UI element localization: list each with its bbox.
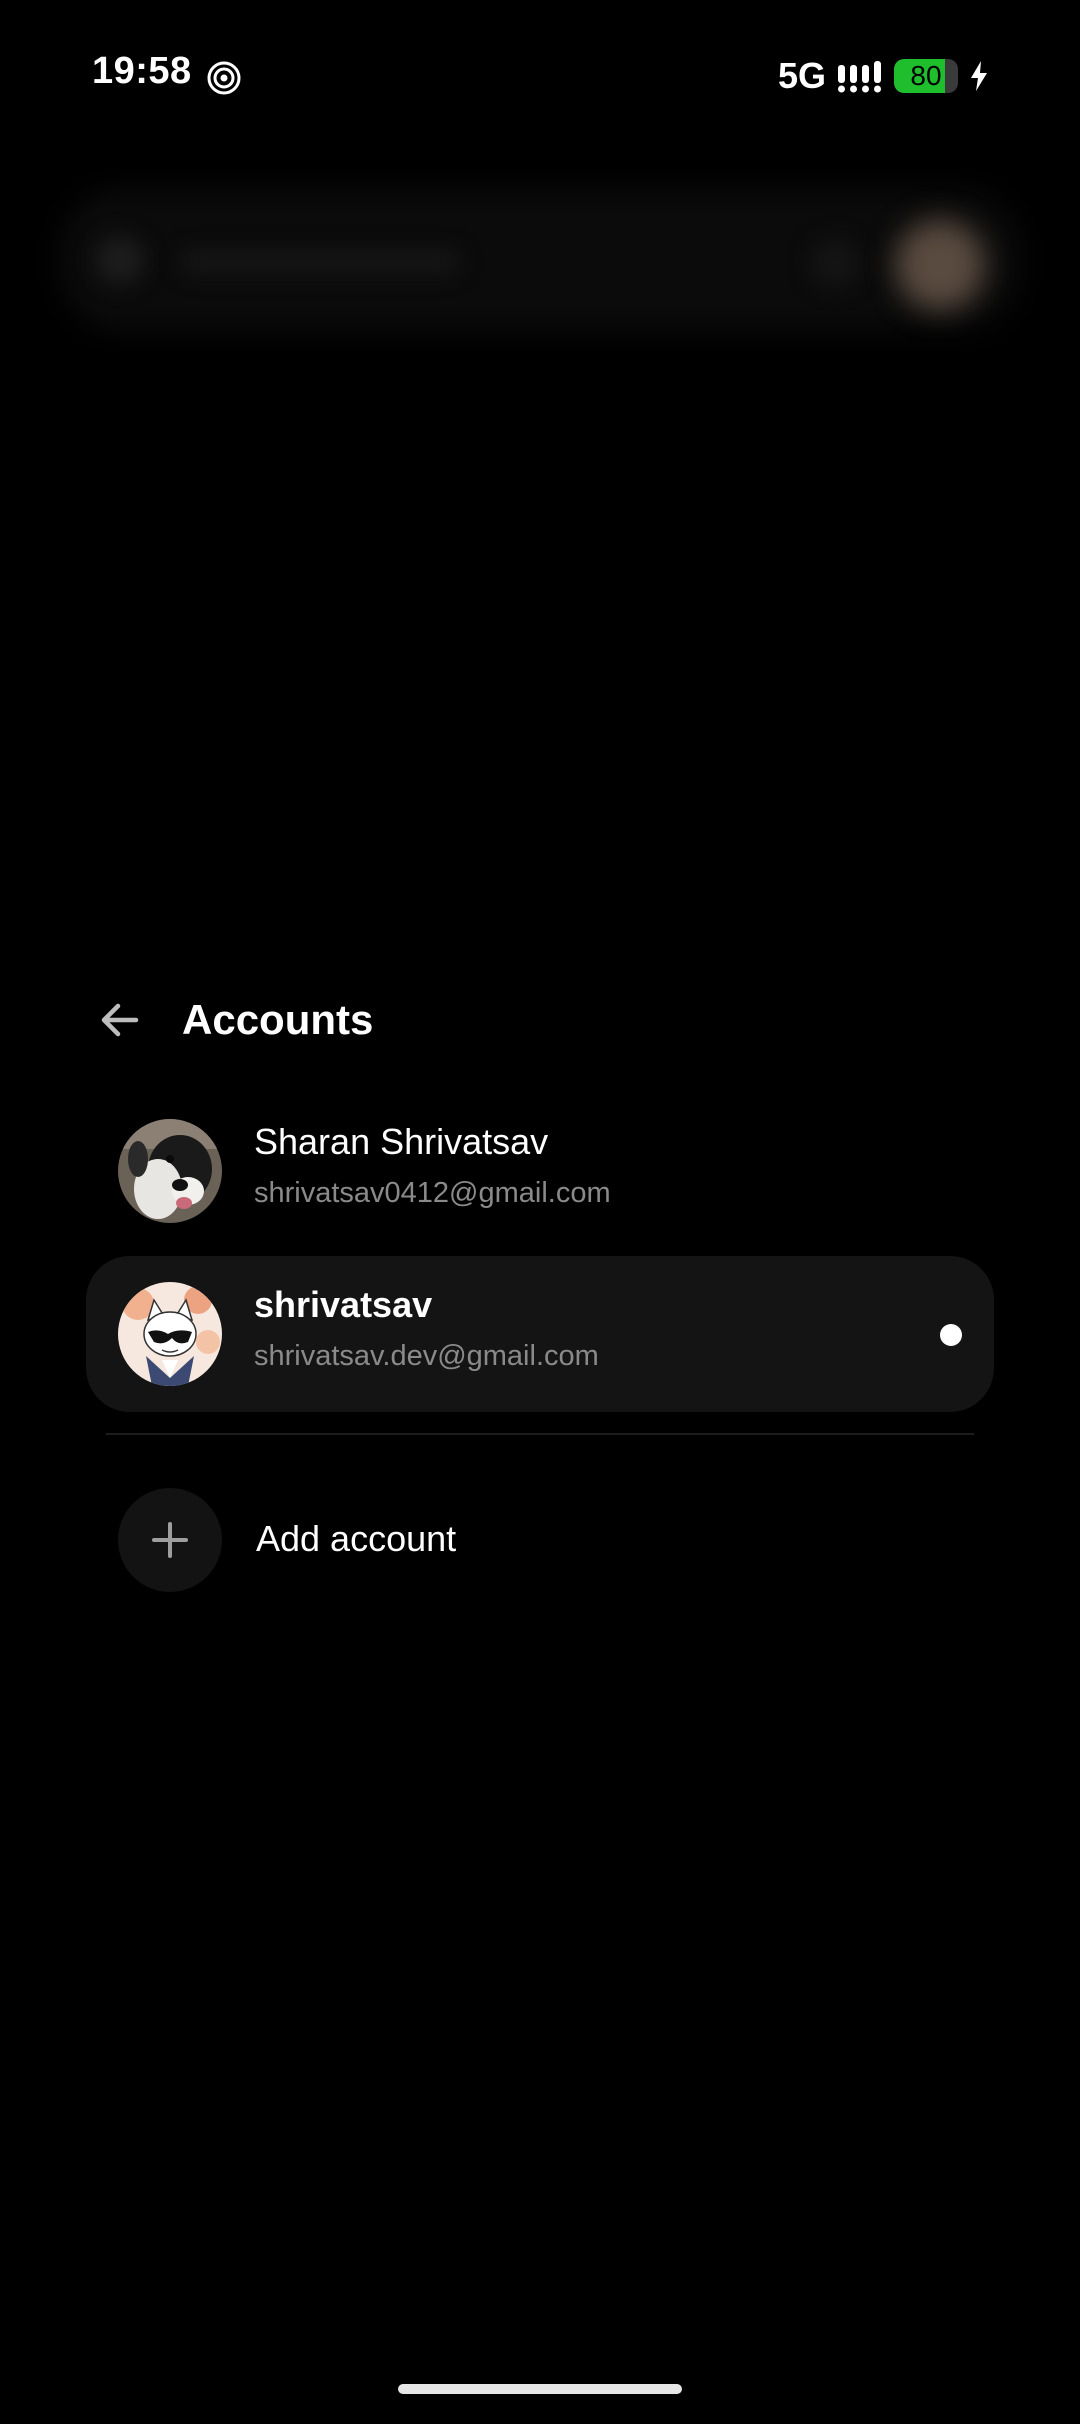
account-email: shrivatsav0412@gmail.com: [254, 1177, 611, 1209]
divider: [106, 1433, 974, 1435]
network-type: 5G: [777, 55, 826, 96]
status-indicators: 5G 80: [778, 54, 990, 98]
charging-bolt-icon: [971, 61, 987, 91]
selected-indicator-dot: [940, 1324, 962, 1346]
status-bar: 19:58 5G 80: [0, 0, 1080, 150]
battery-level: 80: [910, 60, 942, 91]
blurred-mic-icon: [810, 238, 860, 288]
account-email: shrivatsav.dev@gmail.com: [254, 1340, 599, 1372]
hotspot-spiral-icon: [207, 61, 241, 95]
cartoon-cat-avatar: [118, 1282, 222, 1386]
battery-icon: 80: [894, 59, 958, 93]
page-title: Accounts: [182, 996, 374, 1043]
account-name: shrivatsav: [254, 1284, 433, 1325]
account-row-shrivatsav[interactable]: shrivatsav shrivatsav.dev@gmail.com: [86, 1256, 994, 1412]
signal-strength-icon: [838, 61, 881, 93]
back-button[interactable]: [80, 985, 160, 1055]
dog-photo-avatar: [118, 1119, 222, 1223]
plus-icon: [152, 1522, 188, 1558]
add-account-button[interactable]: Add account: [118, 1485, 818, 1595]
blurred-avatar: [895, 220, 985, 310]
accounts-header: Accounts: [100, 985, 373, 1055]
home-indicator[interactable]: [398, 2384, 682, 2394]
arrow-left-icon: [101, 1003, 139, 1037]
avatar: [118, 1282, 222, 1386]
avatar: [118, 1119, 222, 1223]
blurred-menu-icon: [95, 235, 145, 285]
add-icon-circle: [118, 1488, 222, 1592]
status-time: 19:58: [92, 50, 192, 92]
account-name: Sharan Shrivatsav: [254, 1121, 549, 1162]
blurred-search-text: [180, 250, 460, 274]
add-account-label: Add account: [256, 1518, 457, 1559]
account-row-sharan[interactable]: Sharan Shrivatsav shrivatsav0412@gmail.c…: [86, 1093, 994, 1249]
